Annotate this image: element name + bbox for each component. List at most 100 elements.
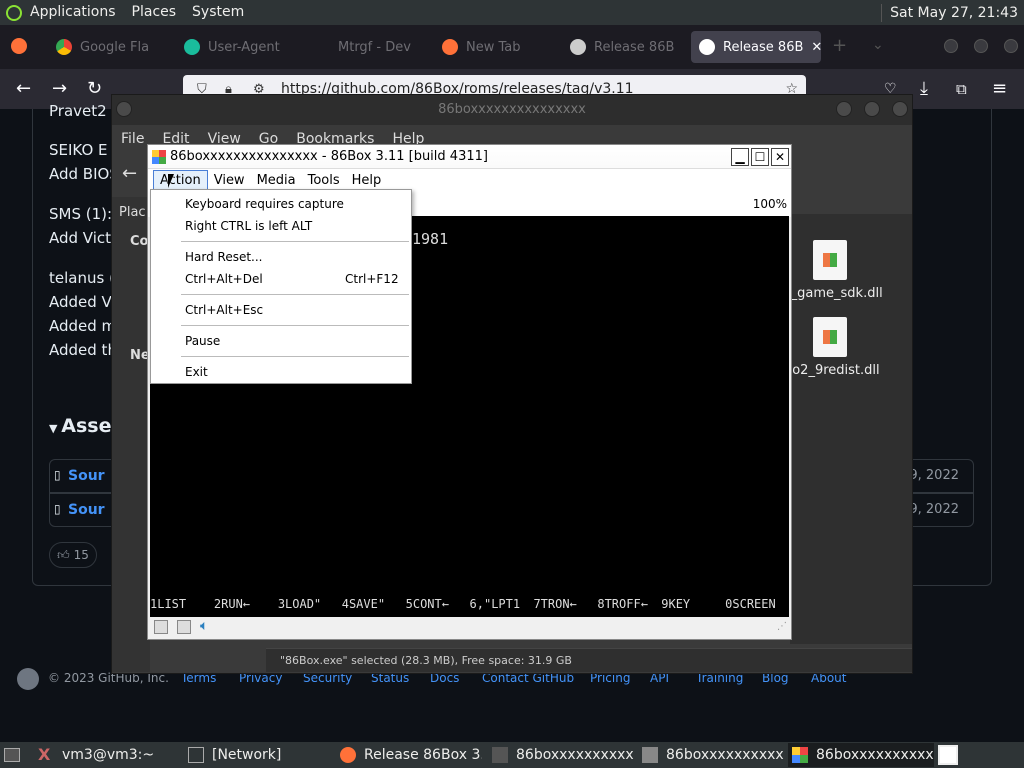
release-note-line: SMS (1): [49, 205, 113, 223]
menu-item-ctrl-alt-del[interactable]: Ctrl+Alt+Del Ctrl+F12 [185, 272, 399, 286]
list-tabs-icon[interactable]: ⌄ [872, 37, 884, 53]
menu-item-pause[interactable]: Pause [185, 334, 220, 348]
window-menu-icon[interactable] [116, 101, 132, 117]
folder-icon [642, 747, 658, 763]
86box-logo-icon [792, 747, 808, 763]
extensions-icon[interactable]: ⧉ [956, 79, 967, 99]
forward-icon[interactable]: → [52, 79, 67, 99]
close-tab-icon[interactable]: ✕ [803, 40, 821, 55]
floppy-icon[interactable] [177, 620, 191, 634]
task-terminal[interactable]: Xvm3@vm3:~ [34, 743, 176, 767]
tab-mtrgf[interactable]: Mtrgf - Dev [306, 31, 426, 63]
menu-action[interactable]: Action [153, 169, 208, 191]
maximize-window-icon[interactable] [864, 101, 880, 117]
minimize-window-icon[interactable] [944, 39, 958, 53]
shortcut-text: Ctrl+F12 [345, 272, 399, 286]
release-note-line: Added th [49, 341, 117, 359]
back-icon[interactable]: ← [16, 79, 31, 99]
tab-favicon [184, 39, 200, 55]
chrome-icon [56, 39, 72, 55]
menu-item-ctrl-alt-esc[interactable]: Ctrl+Alt+Esc [185, 303, 263, 317]
app-menu-icon[interactable]: ≡ [992, 79, 1007, 99]
asset-link[interactable]: Sour [68, 468, 105, 484]
network-folder-icon [188, 747, 204, 763]
menu-item-exit[interactable]: Exit [185, 365, 208, 379]
file-manager-titlebar[interactable]: 86boxxxxxxxxxxxxxxx [112, 95, 912, 125]
asset-link[interactable]: Sour [68, 502, 105, 518]
tab-google[interactable]: Google Fla [48, 31, 168, 63]
collapse-triangle-icon: ▼ [49, 422, 62, 435]
fkey-label: 9KEY [661, 597, 691, 611]
top-panel: Applications Places System Sat May 27, 2… [0, 0, 1024, 25]
task-86box-console[interactable]: 86boxxxxxxxxxxxxxxx [488, 743, 634, 767]
applications-menu[interactable]: Applications [22, 0, 124, 25]
maximize-icon[interactable]: ☐ [751, 147, 769, 166]
menu-item-right-ctrl-alt[interactable]: Right CTRL is left ALT [185, 219, 312, 233]
tab-new-tab[interactable]: New Tab [434, 31, 554, 63]
floppy-icon[interactable] [154, 620, 168, 634]
86box-title: 86boxxxxxxxxxxxxxxx - 86Box 3.11 [build … [170, 149, 488, 164]
sound-icon[interactable]: 🔈︎ [200, 618, 208, 634]
menu-view[interactable]: View [208, 171, 251, 190]
tab-release-1[interactable]: Release 86B [562, 31, 682, 63]
downloads-icon[interactable]: ⤓ [920, 79, 928, 99]
task-firefox[interactable]: Release 86Box 3.... [336, 743, 482, 767]
function-key-bar: 1LIST 2RUN← 3LOAD" 4SAVE" 5CONT← 6,"LPT1… [150, 597, 789, 617]
release-note-line: Added m [49, 317, 117, 335]
close-window-icon[interactable] [892, 101, 908, 117]
sidebar-computer-label: Co [130, 234, 149, 249]
close-icon[interactable]: ✕ [771, 147, 789, 166]
distro-logo-icon[interactable] [6, 4, 22, 21]
close-window-icon[interactable] [1004, 39, 1018, 53]
firefox-menu-icon[interactable] [11, 38, 27, 54]
task-86box-emulator[interactable]: 86boxxxxxxxxxxxxx... [788, 743, 934, 767]
86box-titlebar[interactable]: 86boxxxxxxxxxxxxxxx - 86Box 3.11 [build … [148, 145, 791, 169]
dll-file-icon [813, 317, 847, 357]
assets-heading[interactable]: ▼ Asse [49, 415, 112, 437]
zoom-level: 100% [752, 197, 787, 211]
tab-release-active[interactable]: Release 86B ✕ [691, 31, 821, 63]
task-network[interactable]: [Network] [184, 743, 330, 767]
system-menu[interactable]: System [184, 0, 252, 25]
86box-logo-icon [152, 149, 166, 164]
workspace-switcher-icon[interactable] [938, 745, 958, 765]
fkey-label: 8TROFF← [597, 597, 648, 611]
tab-user-agent[interactable]: User-Agent [176, 31, 296, 63]
places-menu[interactable]: Places [124, 0, 185, 25]
release-note-line: Add BIOS [49, 165, 119, 183]
zip-icon: ▯ [54, 468, 61, 482]
86box-statusbar: 🔈︎ ⋰ [150, 617, 789, 637]
minimize-icon[interactable]: ▁ [731, 147, 749, 166]
zip-icon: ▯ [54, 502, 61, 516]
reaction-button[interactable]: 👍︎ 15 [49, 542, 97, 568]
tab-favicon [314, 39, 330, 55]
menu-help[interactable]: Help [346, 171, 388, 190]
fkey-label: 5CONT← [405, 597, 449, 611]
firefox-icon [340, 747, 356, 763]
release-note-line: telanus ( [49, 269, 115, 287]
menu-item-hard-reset[interactable]: Hard Reset... [185, 250, 263, 264]
release-note-line: Add Victo [49, 229, 121, 247]
menu-tools[interactable]: Tools [302, 171, 346, 190]
menu-item-keyboard-capture[interactable]: Keyboard requires capture [185, 197, 344, 211]
new-tab-icon[interactable]: + [832, 35, 847, 56]
fkey-label: 4SAVE" [341, 597, 386, 611]
back-icon[interactable]: ← [122, 163, 137, 184]
fkey-label: 7TRON← [533, 597, 577, 611]
github-logo-icon[interactable] [17, 668, 39, 690]
fkey-label: 0SCREEN [725, 597, 776, 611]
taskbar: Xvm3@vm3:~ [Network] Release 86Box 3....… [0, 742, 1024, 768]
file-name: rd_game_sdk.dll [777, 286, 883, 301]
reload-icon[interactable]: ↻ [87, 79, 102, 99]
file-grid: rd_game_sdk.dll dio2_9redist.dll [777, 214, 912, 644]
maximize-window-icon[interactable] [974, 39, 988, 53]
menu-media[interactable]: Media [251, 171, 302, 190]
file-manager-statusbar: "86Box.exe" selected (28.3 MB), Free spa… [266, 648, 912, 672]
task-86box-folder[interactable]: 86boxxxxxxxxxxxxxxx [638, 743, 784, 767]
minimize-window-icon[interactable] [836, 101, 852, 117]
file-manager-sidebar: Plac Co Ne [112, 197, 150, 672]
panel-clock[interactable]: Sat May 27, 21:43 [881, 3, 1024, 22]
show-desktop-icon[interactable] [4, 748, 20, 762]
release-note-line: SEIKO E [49, 141, 108, 159]
resize-grip-icon[interactable]: ⋰ [777, 621, 787, 632]
